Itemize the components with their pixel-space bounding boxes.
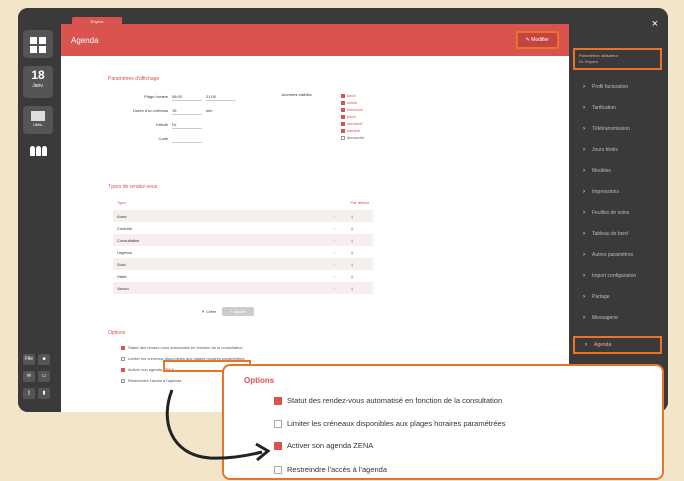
pointer-arrow-icon bbox=[165, 389, 271, 462]
